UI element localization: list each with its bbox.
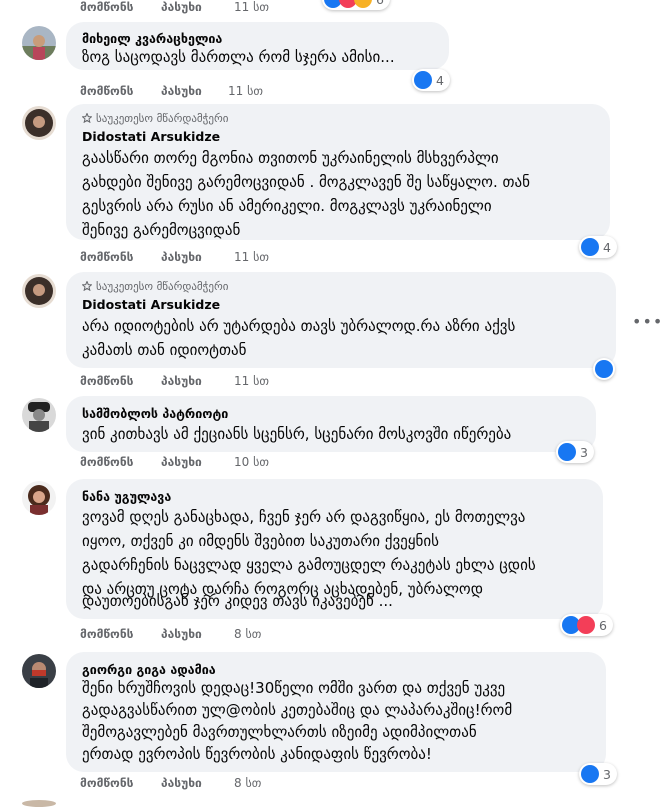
comment-author[interactable]: მიხეილ კვარაცხელია [82,31,222,46]
comment-author[interactable]: Didostati Arsukidze [82,297,220,312]
comment-bubble: ნანა უგულავა ვოვამ დღეს განაცხადა, ჩვენ … [66,479,603,619]
comment-author[interactable]: ნანა უგულავა [82,489,171,504]
comment-bubble: სამშობლოს პატრიოტი ვინ კითხავს ამ ქეციან… [66,396,596,452]
reaction-count[interactable]: 6 [560,614,613,636]
top-fan-badge: საუკეთესო მწარდამჭერი [81,112,228,125]
avatar[interactable] [22,106,56,140]
comment-author[interactable]: სამშობლოს პატრიოტი [82,406,228,421]
avatar[interactable] [22,274,56,308]
avatar[interactable] [22,481,56,515]
like-button[interactable]: მომწონს [80,455,133,469]
like-button[interactable]: მომწონს [80,776,133,790]
comment-text: შენივე გარემოცვიდან [82,221,241,239]
reply-button[interactable]: პასუხი [161,84,202,98]
comment-text: შენი ხრუშჩოვის დედაც!30წელი ომში ვართ და… [82,679,506,697]
like-button[interactable]: მომწონს [80,374,133,388]
reply-button[interactable]: პასუხი [161,250,202,264]
avatar[interactable] [22,398,56,432]
comment-time[interactable]: 8 სთ [234,627,261,641]
like-button[interactable]: მომწონს [80,250,133,264]
comment-bubble: საუკეთესო მწარდამჭერი Didostati Arsukidz… [66,272,616,368]
comment-time[interactable]: 11 სთ [234,0,269,14]
like-icon [595,360,613,378]
comment-text: არა იდიოტების არ უტარდება თავს უბრალოდ.რ… [82,317,516,335]
comment-time[interactable]: 8 სთ [234,776,261,790]
badge-icon [81,112,93,124]
comment-bubble: მიხეილ კვარაცხელია ზოგ საცოდავს მართლა რ… [66,22,449,70]
comment-text: გადარჩენის ნაცვლად ყველა გამოუცდელ რაკეტ… [82,556,536,574]
reply-button[interactable]: პასუხი [161,455,202,469]
comment-text: გადაგვასწარით ულ@ობის კეთებაშიც და ლაპარ… [82,701,513,719]
reply-button[interactable]: პასუხი [161,374,202,388]
like-icon [558,443,576,461]
reaction-count[interactable]: 3 [579,763,617,785]
comment-author[interactable]: Didostati Arsukidze [82,129,220,144]
comment-text: შემოგავლებენ მავრთულხლართს იზეიმე ადიმპი… [82,723,477,741]
like-icon [581,238,599,256]
comment-bubble: გიორგი გიგა ადამია შენი ხრუშჩოვის დედაც!… [66,652,606,772]
comment-text: ვოვამ დღეს განაცხადა, ჩვენ ჯერ არ დაგვიწ… [82,508,526,526]
reaction-count[interactable]: 4 [412,69,450,91]
like-icon [414,71,432,89]
comment-text: ზოგ საცოდავს მართლა რომ სჯერა ამისი... [82,48,395,66]
badge-icon [81,280,93,292]
comment-text: კამათს თან იდიოტთან [82,341,247,359]
top-fan-badge: საუკეთესო მწარდამჭერი [81,280,228,293]
reply-button[interactable]: პასუხი [161,776,202,790]
comment-text: გაასწარი თორე მგონია თვითონ უკრაინელის მ… [82,149,499,167]
like-button[interactable]: მომწონს [80,627,133,641]
reply-button[interactable]: პასუხი [161,627,202,641]
more-options-icon[interactable]: ••• [632,312,663,331]
avatar[interactable] [22,26,56,60]
reaction-count[interactable] [593,358,615,380]
avatar[interactable] [22,800,56,807]
comment-time[interactable]: 11 სთ [228,84,263,98]
comment-text: იყოო, თქვენ კი იმდენს შვებით საკუთარი ქვ… [82,532,439,550]
reaction-count[interactable]: 4 [579,236,617,258]
like-button[interactable]: მომწონს [80,84,133,98]
reaction-count[interactable]: 6 [322,0,390,10]
avatar[interactable] [22,654,56,688]
reply-button[interactable]: პასუხი [161,0,202,14]
comment-bubble: საუკეთესო მწარდამჭერი Didostati Arsukidz… [66,104,610,240]
comment-text: ერთად ევროპის წევრობის კანიდაფის წევრობა… [82,745,432,763]
comment-text: გახდები შენივე გარემოცვიდან . მოგკლავენ … [82,173,530,191]
reaction-count[interactable]: 3 [556,441,594,463]
comment-time[interactable]: 11 სთ [234,250,269,264]
comment-time[interactable]: 10 სთ [234,455,269,469]
comment-text: დაუთოებისგან ჯერ კიდევ თავს იკავებენ ... [82,592,393,610]
comment-author[interactable]: გიორგი გიგა ადამია [82,662,216,677]
like-button[interactable]: მომწონს [80,0,133,14]
comment-text: ვინ კითხავს ამ ქეციანს სცენსრ, სცენარი მ… [82,425,512,443]
love-icon [577,616,595,634]
comment-text: გესვრის არა რუსი ან ამერიკელი. მოგკლავს … [82,197,492,215]
like-icon [581,765,599,783]
comment-time[interactable]: 11 სთ [234,374,269,388]
haha-icon [354,0,372,8]
